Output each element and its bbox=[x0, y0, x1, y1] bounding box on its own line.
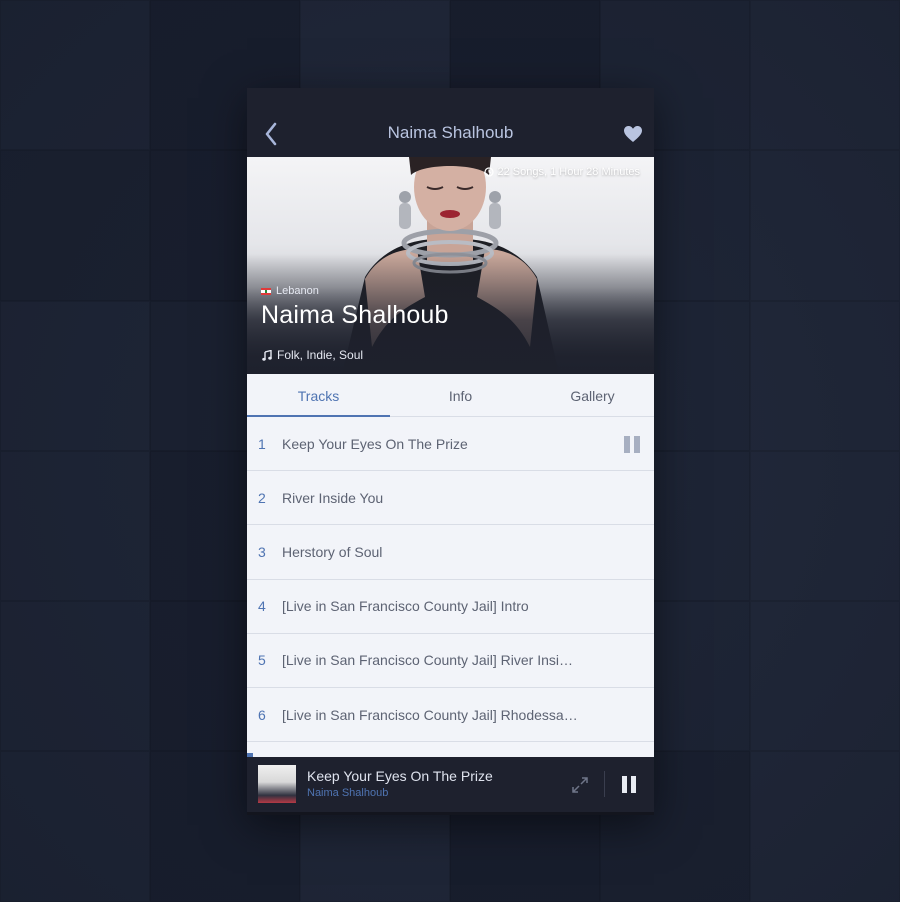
track-row[interactable]: 4 [Live in San Francisco County Jail] In… bbox=[247, 580, 654, 634]
track-number: 2 bbox=[258, 489, 266, 506]
track-title: [Live in San Francisco County Jail] Rive… bbox=[282, 652, 573, 669]
tab-bar: Tracks Info Gallery bbox=[247, 374, 654, 417]
expand-button[interactable] bbox=[571, 776, 589, 794]
track-row[interactable]: 5 [Live in San Francisco County Jail] Ri… bbox=[247, 634, 654, 688]
music-note-icon bbox=[262, 349, 272, 361]
nav-bar: Naima Shalhoub bbox=[247, 88, 654, 157]
mini-player[interactable]: Keep Your Eyes On The Prize Naima Shalho… bbox=[247, 757, 654, 815]
pause-icon bbox=[622, 776, 627, 793]
track-title: Keep Your Eyes On The Prize bbox=[282, 435, 468, 452]
track-title: [Live in San Francisco County Jail] Rhod… bbox=[282, 706, 578, 723]
track-title: [Live in San Francisco County Jail] Intr… bbox=[282, 598, 529, 615]
album-art bbox=[258, 765, 296, 803]
track-number: 5 bbox=[258, 652, 266, 669]
tab-gallery[interactable]: Gallery bbox=[531, 374, 654, 417]
track-number: 3 bbox=[258, 543, 266, 560]
album-duration: 22 Songs, 1 Hour 28 Minutes bbox=[483, 166, 640, 178]
tab-tracks[interactable]: Tracks bbox=[247, 374, 390, 417]
genres-text: Folk, Indie, Soul bbox=[277, 348, 364, 362]
pause-button[interactable] bbox=[622, 776, 638, 794]
track-number: 4 bbox=[258, 598, 266, 615]
track-row[interactable]: 3 Herstory of Soul bbox=[247, 525, 654, 580]
tab-info[interactable]: Info bbox=[390, 374, 531, 417]
pause-icon[interactable] bbox=[624, 436, 640, 453]
page-title: Naima Shalhoub bbox=[387, 123, 514, 142]
artist-hero: 22 Songs, 1 Hour 28 Minutes Lebanon Naim… bbox=[247, 157, 654, 374]
chevron-left-icon bbox=[265, 122, 277, 146]
now-playing-title: Keep Your Eyes On The Prize bbox=[307, 768, 493, 784]
artist-name: Naima Shalhoub bbox=[261, 301, 449, 329]
favorite-button[interactable] bbox=[620, 121, 646, 147]
track-title: River Inside You bbox=[282, 489, 384, 506]
player-footer bbox=[247, 812, 654, 815]
app-window: Naima Shalhoub 22 Songs, 1 Hour 28 Minut… bbox=[247, 88, 654, 815]
heart-icon bbox=[624, 126, 642, 142]
back-button[interactable] bbox=[257, 120, 285, 148]
artist-genres: Folk, Indie, Soul bbox=[262, 348, 363, 362]
track-row[interactable]: 1 Keep Your Eyes On The Prize bbox=[247, 417, 654, 472]
clock-icon bbox=[483, 167, 494, 177]
country-text: Lebanon bbox=[276, 285, 319, 297]
player-divider bbox=[604, 771, 605, 797]
track-row[interactable]: 6 [Live in San Francisco County Jail] Rh… bbox=[247, 688, 654, 743]
track-title: Herstory of Soul bbox=[282, 543, 383, 560]
duration-text: 22 Songs, 1 Hour 28 Minutes bbox=[497, 166, 640, 178]
track-row[interactable]: 2 River Inside You bbox=[247, 471, 654, 526]
track-list: 1 Keep Your Eyes On The Prize 2 River In… bbox=[247, 417, 654, 757]
artist-country: Lebanon bbox=[261, 285, 319, 297]
track-number: 6 bbox=[258, 706, 266, 723]
track-number: 1 bbox=[258, 435, 266, 452]
lebanon-flag-icon bbox=[261, 287, 271, 295]
now-playing-artist[interactable]: Naima Shalhoub bbox=[307, 787, 388, 799]
expand-icon bbox=[572, 777, 588, 793]
